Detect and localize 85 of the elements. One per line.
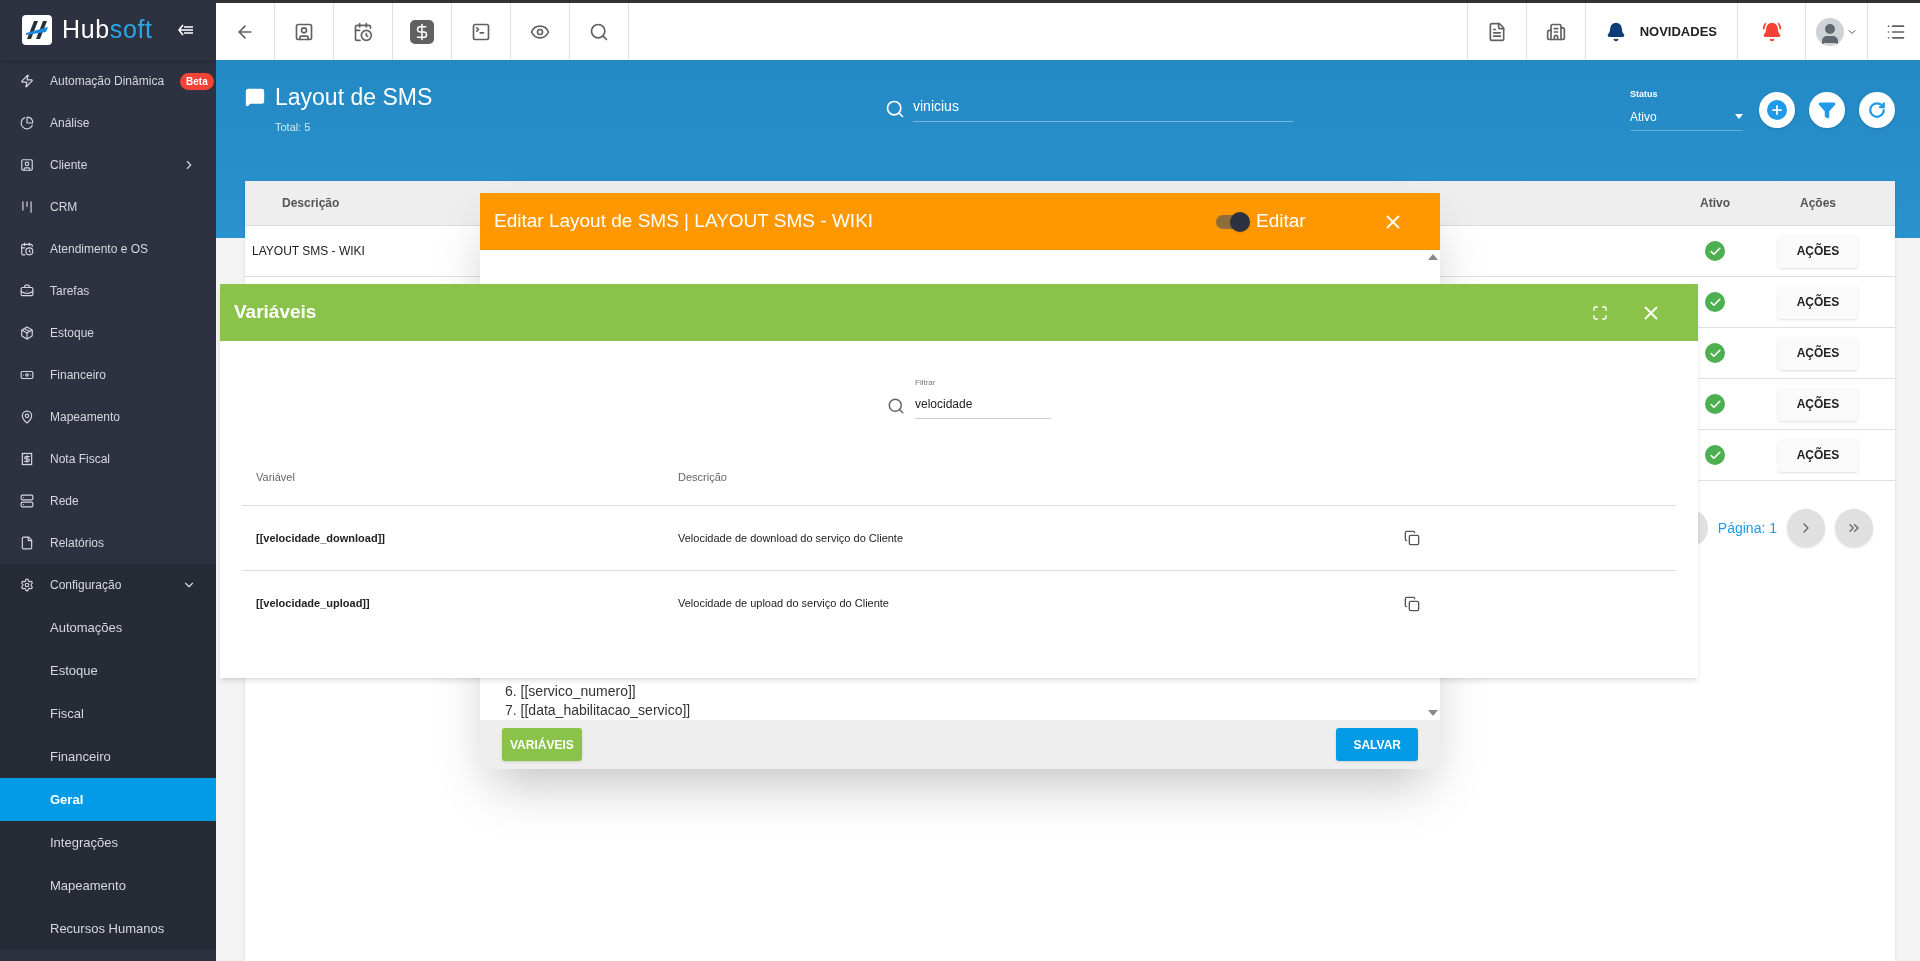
- actions-button[interactable]: AÇÕES: [1778, 387, 1858, 421]
- status-select[interactable]: Status Ativo: [1630, 88, 1743, 131]
- actions-button[interactable]: AÇÕES: [1778, 285, 1858, 319]
- sidebar-item[interactable]: Cliente: [0, 144, 216, 186]
- sidebar-subitem[interactable]: Estoque: [0, 649, 216, 692]
- server-icon: [20, 494, 34, 508]
- sidebar-item[interactable]: Configuração: [0, 564, 216, 606]
- toggle-label: Editar: [1256, 209, 1307, 234]
- logo-icon: [22, 15, 52, 45]
- total-count: Total: 5: [274, 119, 312, 135]
- page-title: Layout de SMS: [275, 83, 433, 112]
- search-field[interactable]: vinicius: [913, 96, 1293, 122]
- sidebar-item[interactable]: Estoque: [0, 312, 216, 354]
- sidebar-subitem[interactable]: Recursos Humanos: [0, 907, 216, 950]
- sidebar-item[interactable]: Tarefas: [0, 270, 216, 312]
- edit-toggle[interactable]: [1216, 214, 1248, 229]
- dialog-title: Editar Layout de SMS | LAYOUT SMS - WIKI: [494, 209, 875, 234]
- sidebar-item[interactable]: CRM: [0, 186, 216, 228]
- actions-button[interactable]: AÇÕES: [1778, 438, 1858, 472]
- map-pin-icon: [20, 410, 34, 424]
- sidebar-item[interactable]: Análise: [0, 102, 216, 144]
- alarm-bell-icon: [1761, 21, 1782, 42]
- message-icon: [245, 87, 265, 108]
- column-header: Descrição: [678, 469, 727, 485]
- contact-card-icon: [294, 21, 314, 42]
- lightning-icon: [20, 74, 34, 88]
- banknote-icon: [20, 368, 34, 382]
- search-icon: [885, 99, 905, 119]
- dialog-title: Variáveis: [234, 300, 318, 325]
- actions-button[interactable]: AÇÕES: [1778, 336, 1858, 370]
- sidebar-subitem[interactable]: Mapeamento: [0, 864, 216, 907]
- template-line: 7. [[data_habilitacao_servico]]: [505, 701, 692, 720]
- column-header: Descrição: [281, 195, 341, 212]
- settings-icon: [20, 578, 34, 592]
- receipt-icon: [20, 452, 34, 466]
- document-icon: [20, 536, 34, 550]
- plus-icon: [1767, 100, 1787, 120]
- column-header: Variável: [255, 469, 296, 485]
- sidebar-item[interactable]: Nota Fiscal: [0, 438, 216, 480]
- sidebar-subitem[interactable]: Automações: [0, 606, 216, 649]
- calendar-clock-icon: [353, 21, 373, 42]
- refresh-icon: [1868, 101, 1886, 119]
- brand-name: Hubsoft: [62, 14, 153, 46]
- bell-icon: [1605, 21, 1626, 42]
- calendar-clock-icon: [20, 242, 34, 256]
- sidebar-subitem[interactable]: Financeiro: [0, 735, 216, 778]
- sidebar-subitem[interactable]: Integrações: [0, 821, 216, 864]
- sidebar-item[interactable]: Mapeamento: [0, 396, 216, 438]
- search-icon: [887, 397, 905, 415]
- collapse-icon[interactable]: [178, 24, 194, 36]
- filter-icon: [1818, 101, 1836, 119]
- variable-name: [[velocidade_download]]: [255, 530, 386, 546]
- refresh-button[interactable]: [1859, 92, 1895, 128]
- building-icon: [1545, 21, 1566, 42]
- board-icon: [20, 200, 34, 214]
- variable-description: Velocidade de upload do serviço do Cliente: [678, 596, 890, 612]
- briefcase-icon: [20, 284, 34, 298]
- terminal-icon: [471, 21, 491, 42]
- copy-icon[interactable]: [1404, 530, 1420, 546]
- sidebar-item[interactable]: Atendimento e OS: [0, 228, 216, 270]
- add-button[interactable]: [1759, 92, 1795, 128]
- box-icon: [20, 326, 34, 340]
- table-cell: LAYOUT SMS - WIKI: [252, 244, 365, 258]
- actions-button[interactable]: AÇÕES: [1778, 234, 1858, 268]
- filter-field[interactable]: Filtrar velocidade: [915, 377, 1051, 419]
- filter-button[interactable]: [1809, 92, 1845, 128]
- pie-chart-icon: [20, 116, 34, 130]
- page-indicator: Página: 1: [1717, 518, 1777, 538]
- sidebar-item[interactable]: Rede: [0, 480, 216, 522]
- dollar-icon: [410, 19, 434, 44]
- sidebar-item[interactable]: Relatórios: [0, 522, 216, 564]
- contact-card-icon: [20, 158, 34, 172]
- avatar-icon: [1815, 17, 1844, 46]
- copy-icon[interactable]: [1404, 595, 1420, 612]
- sidebar-subitem[interactable]: Fiscal: [0, 692, 216, 735]
- last-page-button[interactable]: [1835, 509, 1873, 547]
- template-line: 6. [[servico_numero]]: [505, 682, 637, 701]
- beta-badge: Beta: [180, 72, 214, 90]
- sidebar-item[interactable]: Financeiro: [0, 354, 216, 396]
- column-header: Ações: [1799, 195, 1837, 212]
- variable-description: Velocidade de download do serviço do Cliente: [678, 530, 905, 546]
- sidebar-item[interactable]: Automação Dinâmica Beta: [0, 60, 216, 102]
- search-icon: [589, 21, 609, 42]
- variable-name: [[velocidade_upload]]: [255, 596, 371, 612]
- column-header: Ativo: [1699, 195, 1731, 212]
